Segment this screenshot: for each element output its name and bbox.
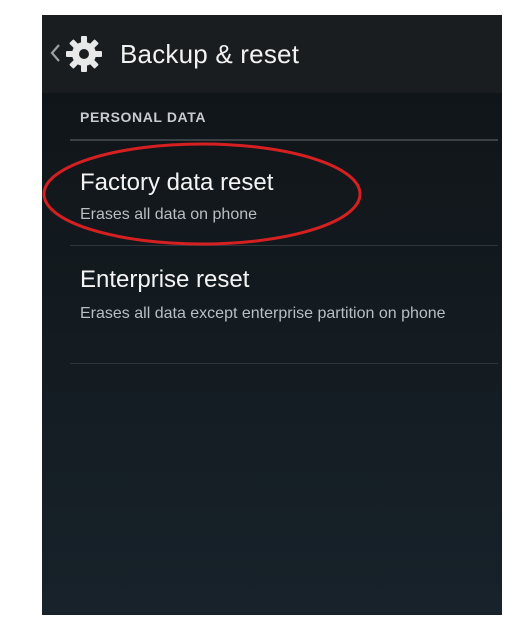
enterprise-reset-title: Enterprise reset (80, 266, 250, 293)
enterprise-reset-item[interactable]: Enterprise reset Erases all data except … (42, 246, 502, 363)
factory-data-reset-title: Factory data reset (80, 169, 274, 196)
settings-screen: Backup & reset PERSONAL DATA Factory dat… (42, 15, 502, 615)
action-bar: Backup & reset (42, 15, 502, 93)
factory-data-reset-item[interactable]: Factory data reset Erases all data on ph… (42, 141, 502, 245)
chevron-left-icon[interactable] (48, 42, 62, 64)
list-divider (70, 363, 498, 364)
factory-data-reset-summary: Erases all data on phone (80, 206, 258, 223)
section-header-personal-data: PERSONAL DATA (80, 109, 207, 125)
settings-gear-icon[interactable] (64, 34, 104, 74)
enterprise-reset-summary: Erases all data except enterprise partit… (80, 305, 446, 322)
screen-title: Backup & reset (120, 39, 300, 69)
